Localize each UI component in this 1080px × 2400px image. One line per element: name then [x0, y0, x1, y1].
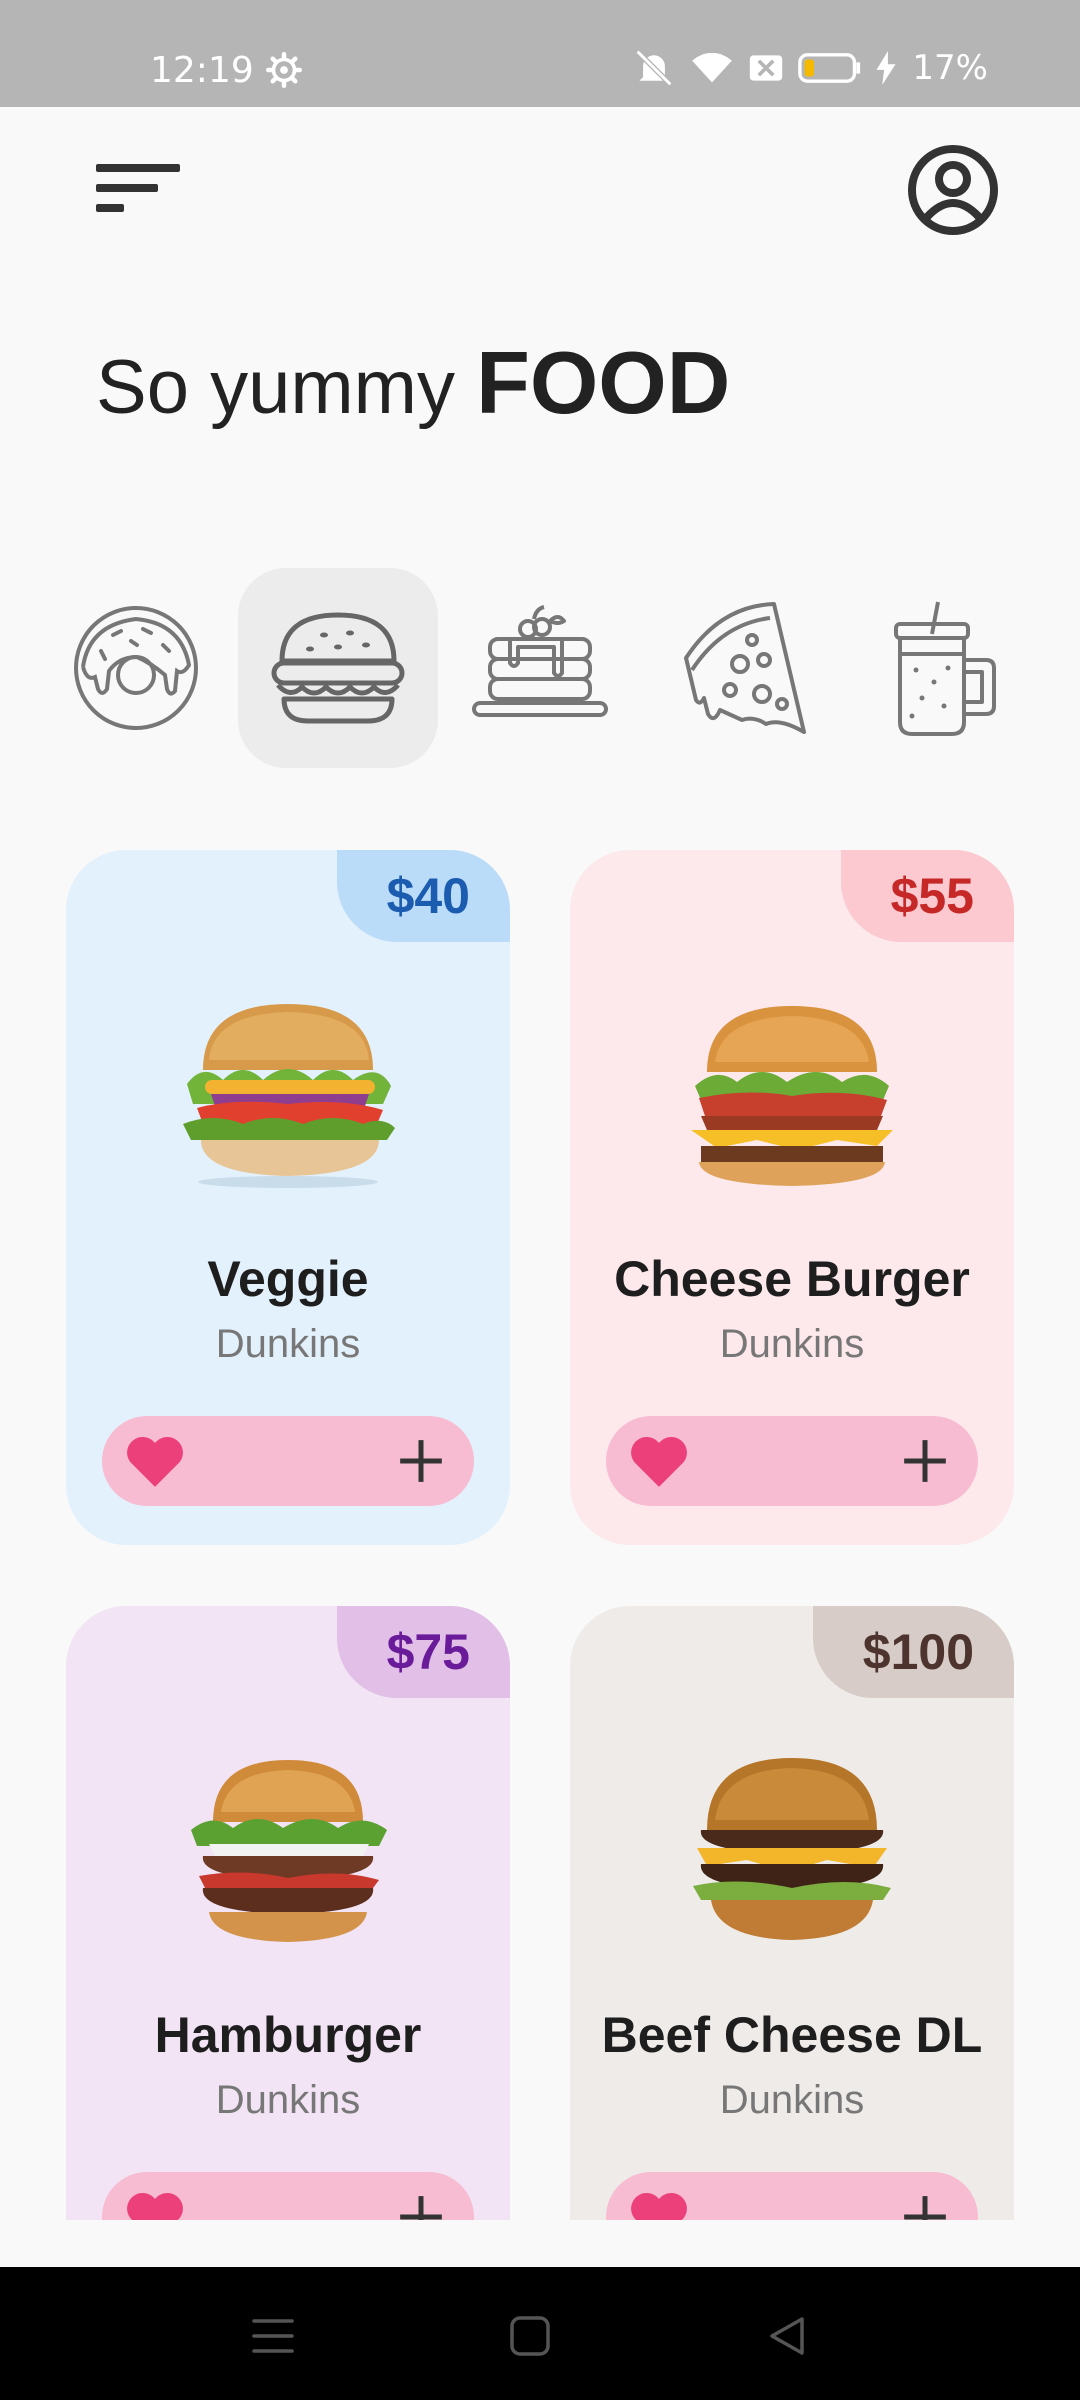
drink-jar-icon: [894, 601, 996, 736]
cheese-burger-image: [691, 1006, 893, 1186]
heart-icon[interactable]: [628, 1432, 690, 1490]
veggie-burger-image: [183, 1004, 395, 1188]
category-drink[interactable]: [842, 568, 1042, 768]
donut-icon: [74, 606, 198, 730]
product-name: Cheese Burger: [614, 1251, 970, 1307]
product-brand: Dunkins: [215, 1322, 361, 1366]
category-pancakes[interactable]: [440, 568, 640, 768]
hamburger-image: [191, 1760, 387, 1942]
product-card[interactable]: $100 Beef Cheese DL Dunkins: [570, 1606, 1014, 2220]
plus-icon[interactable]: [900, 1436, 950, 1486]
category-pizza[interactable]: [640, 568, 840, 768]
price-tag: $55: [840, 850, 1014, 942]
card-action-bar: [606, 1416, 978, 1506]
product-card[interactable]: $75 Hamburger Dunkins: [66, 1606, 510, 2220]
headline-light: So yummy: [96, 345, 455, 430]
battery-icon: [798, 53, 861, 83]
price-tag: $75: [336, 1606, 510, 1698]
beef-cheese-burger-image: [693, 1758, 891, 1940]
product-grid: $40 Veggie Dunkins $55 Cheese Burger Dun…: [0, 840, 1080, 2220]
heart-icon[interactable]: [124, 1432, 186, 1490]
page-headline: So yummy FOOD: [96, 332, 730, 434]
heart-icon[interactable]: [628, 2188, 690, 2220]
card-action-bar: [102, 1416, 474, 1506]
user-circle-icon[interactable]: [906, 143, 1000, 237]
charging-bolt-icon: [876, 51, 896, 85]
plus-icon[interactable]: [396, 1436, 446, 1486]
pancakes-icon: [472, 605, 608, 717]
burger-icon: [271, 612, 405, 724]
status-bar: 12:19 17%: [0, 0, 1080, 107]
recents-menu-icon[interactable]: [248, 2311, 298, 2361]
price-tag: $100: [812, 1606, 1014, 1698]
back-triangle-icon[interactable]: [762, 2311, 812, 2361]
plus-icon[interactable]: [396, 2192, 446, 2220]
heart-icon[interactable]: [124, 2188, 186, 2220]
no-sim-icon: [750, 55, 783, 81]
menu-lines-icon[interactable]: [96, 160, 180, 220]
pizza-icon: [684, 602, 806, 734]
product-name: Beef Cheese DL: [601, 2007, 983, 2063]
card-action-bar: [606, 2172, 978, 2220]
product-card[interactable]: $40 Veggie Dunkins: [66, 850, 510, 1545]
price-tag: $40: [336, 850, 510, 942]
battery-percent: 17%: [912, 48, 988, 88]
settings-gear-icon: [266, 52, 302, 88]
headline-bold: FOOD: [476, 333, 731, 432]
card-action-bar: [102, 2172, 474, 2220]
home-square-icon[interactable]: [505, 2311, 555, 2361]
category-burger[interactable]: [238, 568, 438, 768]
category-donut[interactable]: [36, 568, 236, 768]
product-brand: Dunkins: [215, 2078, 361, 2122]
status-icons: 17%: [632, 48, 988, 88]
product-name: Hamburger: [154, 2007, 422, 2063]
product-name: Veggie: [207, 1251, 369, 1307]
product-card[interactable]: $55 Cheese Burger Dunkins: [570, 850, 1014, 1545]
plus-icon[interactable]: [900, 2192, 950, 2220]
wifi-icon: [692, 52, 733, 83]
product-brand: Dunkins: [719, 1322, 865, 1366]
product-brand: Dunkins: [719, 2078, 865, 2122]
system-nav-bar: [0, 2267, 1080, 2400]
mute-icon: [636, 49, 673, 87]
status-time: 12:19: [150, 50, 254, 91]
